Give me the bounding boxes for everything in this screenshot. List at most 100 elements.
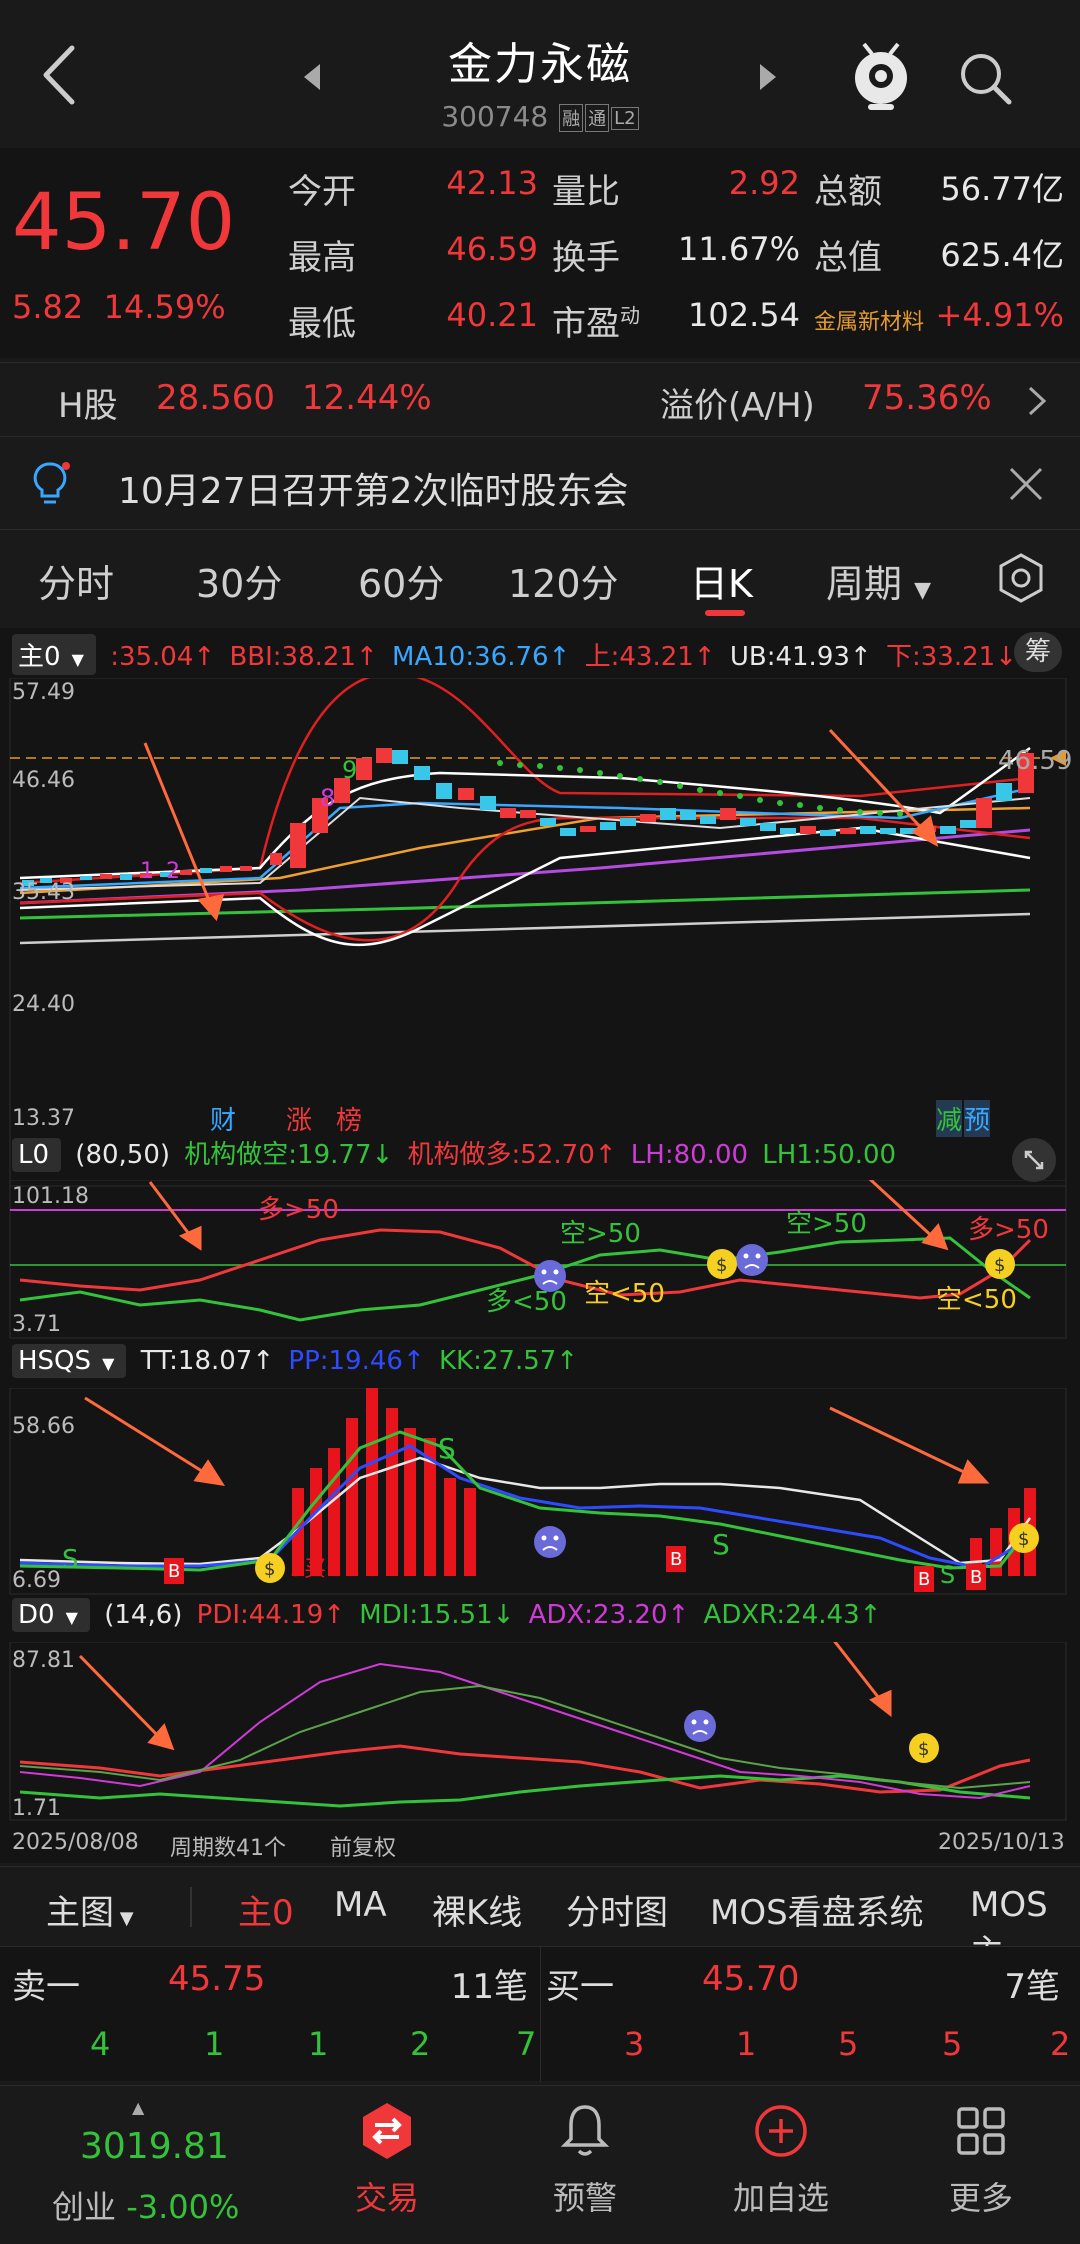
main-figure-selector[interactable]: 主图 ▼: [46, 1885, 134, 1934]
settings-hexagon-icon[interactable]: [994, 551, 1048, 605]
tab-daily-k[interactable]: 日K: [690, 553, 753, 608]
sector-name[interactable]: 金属新材料: [814, 304, 924, 336]
pp-line: [19, 1444, 1031, 1570]
d0-value-adx: ADX:23.20↑: [528, 1600, 690, 1630]
label-turnover-rate: 换手: [552, 238, 620, 278]
label-low: 最低: [288, 304, 356, 344]
hsqs-selector[interactable]: HSQS ▼: [12, 1344, 127, 1378]
tab-120min[interactable]: 120分: [508, 553, 619, 608]
tag-finance[interactable]: 财: [210, 1100, 236, 1137]
candle-label-1: 1: [140, 859, 154, 884]
active-tab-indicator: [705, 610, 745, 616]
l0-anno-short-above-2: 空>50: [786, 1209, 867, 1239]
main-fig-item-zhu0[interactable]: 主0: [238, 1885, 294, 1934]
svg-text:$: $: [264, 1559, 275, 1580]
main-indicator-selector[interactable]: 主0 ▼: [12, 634, 96, 675]
svg-text:B: B: [918, 1569, 930, 1590]
label-open: 今开: [288, 172, 356, 212]
buy-order-count: 1: [736, 2025, 757, 2063]
price-change: 5.82 14.59%: [12, 288, 226, 326]
sar-dots: [497, 760, 903, 817]
main-fig-item-timeshare[interactable]: 分时图: [566, 1885, 668, 1934]
sell-order-count: 1: [308, 2025, 329, 2063]
index-value[interactable]: 3019.81: [80, 2126, 229, 2167]
main-y-tick-1: 46.46: [12, 768, 75, 793]
nav-add-watchlist[interactable]: 加自选: [706, 2101, 856, 2219]
bell-icon: [560, 2105, 610, 2156]
tag-margin: 融: [559, 104, 584, 132]
tab-60min[interactable]: 60分: [358, 553, 444, 608]
l0-selector[interactable]: L0: [12, 1138, 62, 1172]
money-bag-icon: $: [1009, 1523, 1039, 1553]
hsqs-chart: S S S S B B B B $ $ 5买: [9, 1388, 1067, 1595]
nav-more[interactable]: 更多: [906, 2101, 1056, 2219]
label-high: 最高: [288, 238, 356, 278]
d0-value-pdi: PDI:44.19↑: [196, 1600, 346, 1630]
main-fig-item-ma[interactable]: MA: [334, 1885, 387, 1925]
value-low: 40.21: [446, 296, 538, 334]
candle-label-9: 9: [342, 756, 357, 784]
next-stock-icon[interactable]: [756, 62, 780, 92]
l0-value-short: 机构做空:19.77↓: [184, 1140, 394, 1170]
chip-distribution-button[interactable]: 筹: [1014, 632, 1062, 672]
chart-end-date: 2025/10/13: [938, 1830, 1065, 1855]
buy-signal-icon: B: [966, 1564, 986, 1590]
l0-anno-long-below: 多<50: [486, 1287, 567, 1317]
nav-trade-label: 交易: [354, 2179, 419, 2217]
add-circle-icon: [755, 2105, 807, 2157]
main-indicator-selector-label: 主0: [18, 642, 61, 672]
period-tabs: 分时 30分 60分 120分 日K 周期 ▼: [0, 535, 1080, 625]
search-icon[interactable]: [955, 48, 1017, 110]
h-share-label: H股: [58, 386, 118, 426]
tab-period[interactable]: 周期 ▼: [826, 553, 931, 608]
label-market-cap: 总值: [814, 238, 882, 278]
tag-limit-up[interactable]: 涨: [286, 1100, 312, 1137]
notice-bar[interactable]: 10月27日召开第2次临时股东会: [0, 440, 1080, 530]
l0-params: (80,50): [75, 1140, 171, 1170]
label-turnover-amount: 总额: [814, 172, 882, 212]
tag-connect: 通: [585, 104, 610, 132]
main-ind-value-upper: 上:43.21↑: [584, 642, 716, 672]
l0-value-lh: LH:80.00: [630, 1140, 749, 1170]
quote-panel: 45.70 5.82 14.59% 今开 42.13 量比 2.92 总额 56…: [0, 148, 1080, 358]
sell1-qty: 11笔: [450, 1967, 528, 2007]
divider: [540, 1947, 541, 2082]
nav-trade[interactable]: 交易: [312, 2101, 462, 2219]
tag-reduce[interactable]: 减: [936, 1100, 963, 1137]
robot-assistant-icon[interactable]: [850, 42, 912, 114]
sad-face-icon: [736, 1244, 768, 1276]
tab-30min[interactable]: 30分: [196, 553, 282, 608]
chart-start-date: 2025/08/08: [12, 1830, 139, 1855]
chart-area[interactable]: 主0 ▼ :35.04↑ BBI:38.21↑ MA10:36.76↑ 上:43…: [0, 628, 1080, 1863]
main-fig-item-mos-system[interactable]: MOS看盘系统: [710, 1885, 924, 1934]
main-y-tick-3: 24.40: [12, 992, 75, 1017]
h-share-row[interactable]: H股 28.560 12.44% 溢价(A/H) 75.36%: [0, 362, 1080, 437]
index-summary[interactable]: 创业 -3.00%: [52, 2182, 239, 2228]
divider: [190, 1887, 192, 1927]
l0-y-tick-1: 3.71: [12, 1312, 61, 1337]
tab-intraday[interactable]: 分时: [38, 553, 114, 608]
close-icon[interactable]: [1006, 464, 1046, 504]
hsqs-indicator-row: HSQS ▼ TT:18.07↑ PP:19.46↑ KK:27.57↑: [0, 1344, 1080, 1388]
l0-value-lh1: LH1:50.00: [762, 1140, 897, 1170]
main-y-tick-0: 57.49: [12, 680, 75, 705]
chart-adjust-mode[interactable]: 前复权: [330, 1830, 396, 1862]
sell1-label: 卖一: [12, 1967, 80, 2007]
change-value: 5.82: [12, 288, 84, 326]
main-fig-item-bare-k[interactable]: 裸K线: [432, 1885, 522, 1934]
d0-selector[interactable]: D0 ▼: [12, 1598, 90, 1632]
ma-line-green-long: [19, 888, 1031, 920]
stock-code-line: 300748 融通 L2: [0, 100, 1080, 133]
value-open: 42.13: [446, 164, 538, 202]
l0-anno-short-below-2: 空<50: [936, 1285, 1017, 1315]
hsqs-bars: [292, 1388, 1036, 1576]
expand-icon[interactable]: [1012, 1138, 1056, 1182]
d0-value-adxr: ADXR:24.43↑: [703, 1600, 882, 1630]
tag-forecast[interactable]: 预: [964, 1100, 991, 1137]
nav-alert[interactable]: 预警: [510, 2101, 660, 2219]
sad-face-icon: [684, 1710, 716, 1742]
tag-ranking[interactable]: 榜: [336, 1100, 362, 1137]
index-name: 创业: [52, 2188, 117, 2226]
nav-alert-label: 预警: [552, 2179, 617, 2217]
header: 金力永磁 300748 融通 L2: [0, 0, 1080, 145]
